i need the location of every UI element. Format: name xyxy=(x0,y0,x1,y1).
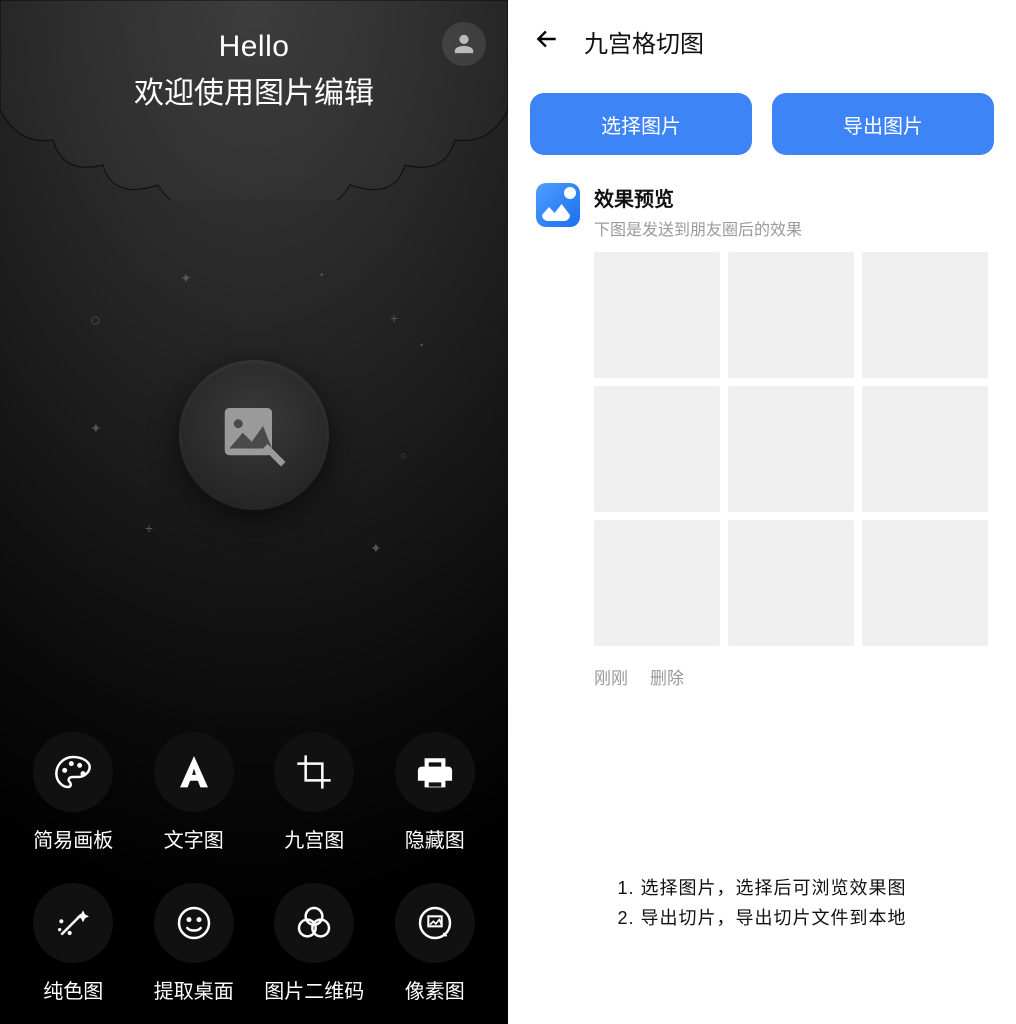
tool-label: 纯色图 xyxy=(43,975,103,1004)
refresh-image-icon xyxy=(415,903,455,943)
preview-title: 效果预览 xyxy=(594,183,802,212)
nine-grid-preview xyxy=(594,252,988,646)
grid-cell[interactable] xyxy=(594,520,720,646)
sparkle-icon: ○ xyxy=(400,450,407,462)
crop-icon xyxy=(294,752,334,792)
post-actions: 刚刚 删除 xyxy=(594,664,988,689)
preview-section: 效果预览 下图是发送到朋友圈后的效果 刚刚 删除 xyxy=(508,183,1016,689)
sparkle-icon: ✦ xyxy=(370,540,382,557)
delete-button[interactable]: 删除 xyxy=(650,664,684,689)
tool-nine-grid[interactable]: 九宫图 xyxy=(259,732,370,853)
grid-cell[interactable] xyxy=(594,386,720,512)
tool-label: 简易画板 xyxy=(33,824,113,853)
sparkle-icon: + xyxy=(145,520,153,536)
tool-label: 九宫图 xyxy=(284,824,344,853)
tool-image-qr[interactable]: 图片二维码 xyxy=(259,883,370,1004)
export-image-button[interactable]: 导出图片 xyxy=(772,93,994,155)
nine-grid-screen: 九宫格切图 选择图片 导出图片 效果预览 下图是发送到朋友圈后的效果 刚刚 删除 xyxy=(508,0,1016,1024)
tool-extract-wallpaper[interactable]: 提取桌面 xyxy=(139,883,250,1004)
header: 九宫格切图 xyxy=(508,0,1016,77)
tool-label: 文字图 xyxy=(164,824,224,853)
sparkle-icon: + xyxy=(390,310,398,326)
tool-hidden-image[interactable]: 隐藏图 xyxy=(380,732,491,853)
grid-cell[interactable] xyxy=(728,386,854,512)
tool-solid-color[interactable]: 纯色图 xyxy=(18,883,129,1004)
tool-text-image[interactable]: 文字图 xyxy=(139,732,250,853)
venn-icon xyxy=(294,903,334,943)
home-screen: Hello 欢迎使用图片编辑 ✦ • ○ + ✦ ○ + ✦ • 简易画板 文字… xyxy=(0,0,508,1024)
tool-label: 像素图 xyxy=(405,975,465,1004)
grid-cell[interactable] xyxy=(862,252,988,378)
tool-grid: 简易画板 文字图 九宫图 隐藏图 纯色图 提取桌面 图片二维码 像素 xyxy=(0,732,508,1004)
pick-image-button[interactable] xyxy=(179,360,329,510)
image-edit-icon xyxy=(218,399,290,471)
select-image-button[interactable]: 选择图片 xyxy=(530,93,752,155)
palette-icon xyxy=(53,752,93,792)
instruction-line: 2. 导出切片，导出切片文件到本地 xyxy=(508,903,1016,934)
grid-cell[interactable] xyxy=(728,520,854,646)
tool-label: 隐藏图 xyxy=(405,824,465,853)
greeting-line2: 欢迎使用图片编辑 xyxy=(0,68,508,112)
grid-cell[interactable] xyxy=(728,252,854,378)
smiley-icon xyxy=(174,903,214,943)
wand-icon xyxy=(53,903,93,943)
text-icon xyxy=(174,752,214,792)
tool-simple-board[interactable]: 简易画板 xyxy=(18,732,129,853)
greeting: Hello 欢迎使用图片编辑 xyxy=(0,30,508,112)
greeting-line1: Hello xyxy=(0,30,508,64)
tool-label: 图片二维码 xyxy=(264,975,364,1004)
sparkle-icon: ○ xyxy=(90,310,101,331)
sparkle-icon: ✦ xyxy=(90,420,102,437)
instruction-line: 1. 选择图片，选择后可浏览效果图 xyxy=(508,873,1016,904)
tool-label: 提取桌面 xyxy=(154,975,234,1004)
instructions: 1. 选择图片，选择后可浏览效果图 2. 导出切片，导出切片文件到本地 xyxy=(508,873,1016,934)
grid-cell[interactable] xyxy=(862,520,988,646)
sparkle-icon: • xyxy=(320,270,324,281)
sparkle-icon: ✦ xyxy=(180,270,192,287)
time-label: 刚刚 xyxy=(594,664,628,689)
sparkle-icon: • xyxy=(420,340,423,350)
grid-cell[interactable] xyxy=(594,252,720,378)
preview-subtitle: 下图是发送到朋友圈后的效果 xyxy=(594,216,802,240)
back-button[interactable] xyxy=(534,26,560,57)
grid-cell[interactable] xyxy=(862,386,988,512)
arrow-left-icon xyxy=(534,26,560,52)
app-icon xyxy=(536,183,580,227)
action-buttons: 选择图片 导出图片 xyxy=(508,77,1016,183)
page-title: 九宫格切图 xyxy=(584,24,704,59)
tool-pixel-image[interactable]: 像素图 xyxy=(380,883,491,1004)
printer-icon xyxy=(415,752,455,792)
